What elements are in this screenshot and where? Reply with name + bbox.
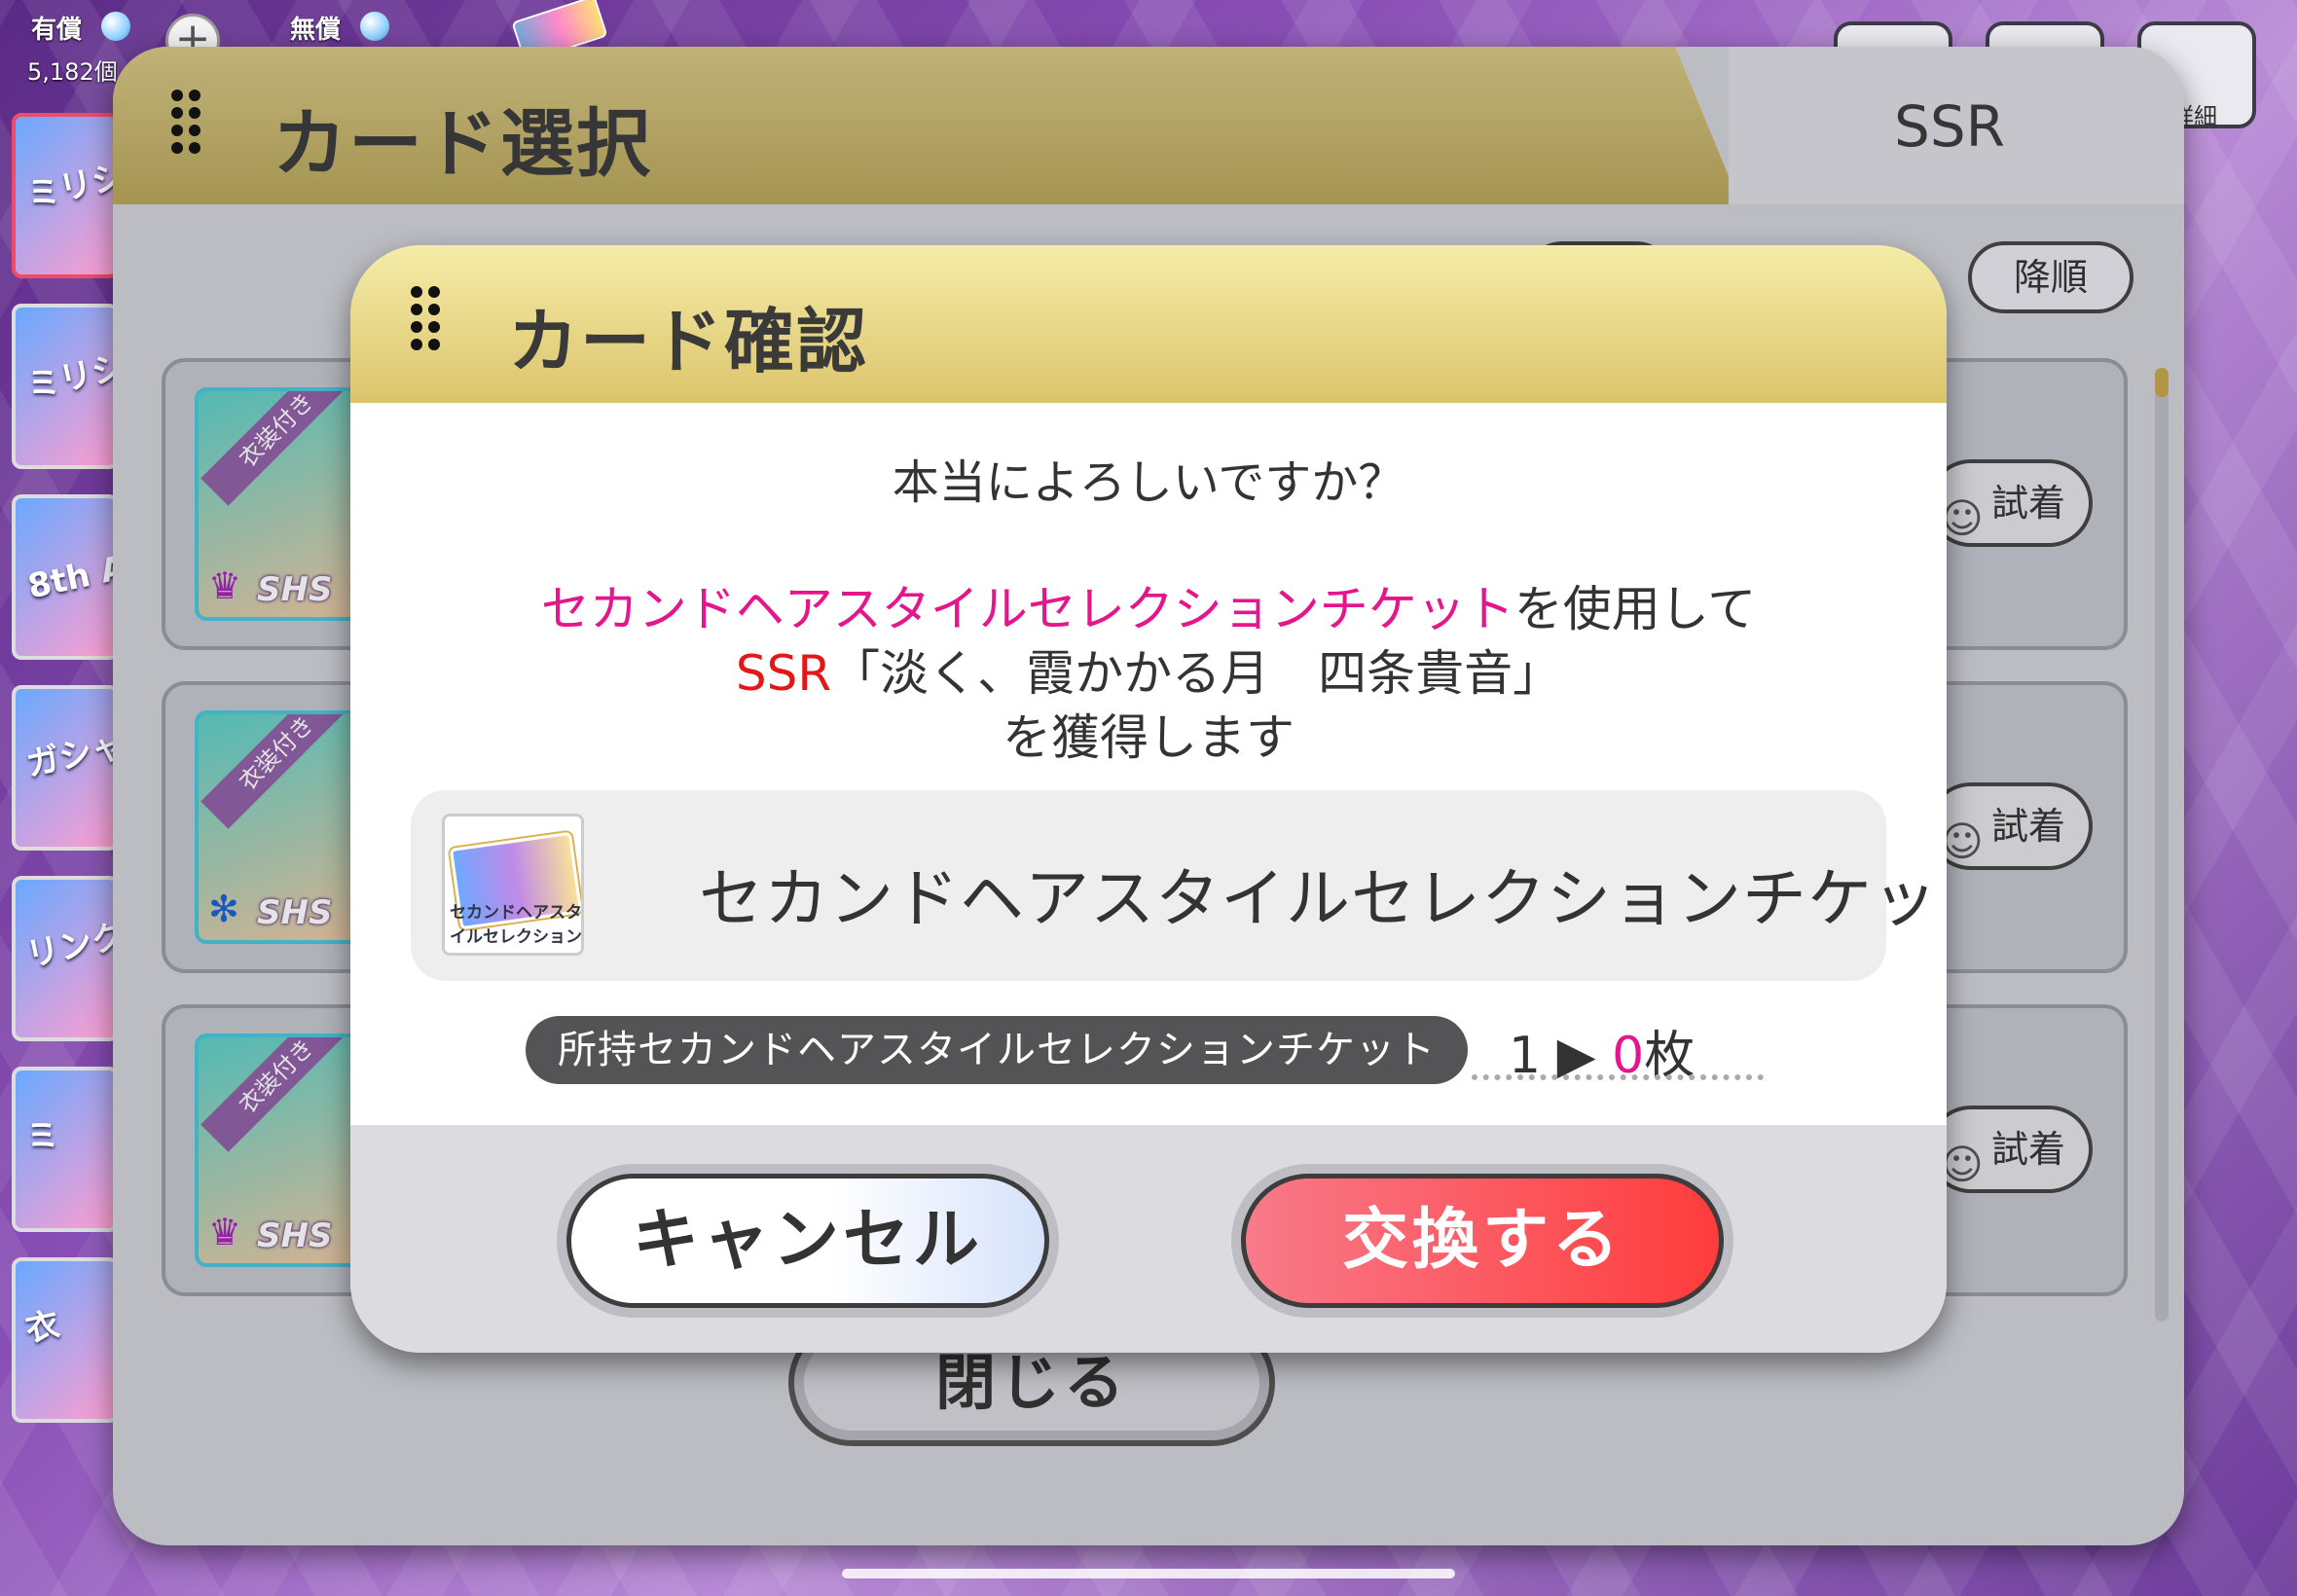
left-banner[interactable]: ガシャ <box>12 685 128 851</box>
left-banner[interactable]: ミ <box>12 1067 119 1232</box>
dialog-title: カード確認 <box>508 301 869 382</box>
paid-currency-label: 有償 <box>31 16 83 45</box>
message-line-3: を獲得します <box>1003 709 1294 766</box>
paid-gem-icon <box>101 12 130 41</box>
left-banner[interactable]: 8th Anniversary <box>12 494 324 660</box>
cancel-button[interactable]: キャンセル <box>566 1174 1049 1308</box>
card-name: 「淡く、霞かかる月 四条貴音」 <box>831 645 1562 702</box>
use-suffix: を使用して <box>1513 581 1757 637</box>
left-banner-text: 衣 <box>21 1304 63 1351</box>
exchange-button[interactable]: 交換する <box>1241 1174 1724 1308</box>
dotted-underline <box>1472 1074 1764 1080</box>
message-line-2: SSR「淡く、霞かかる月 四条貴音」 <box>350 635 1947 705</box>
left-banner[interactable]: ミリシタ <box>12 304 161 469</box>
owned-label: 所持セカンドヘアスタイルセレクションチケット <box>526 1016 1468 1084</box>
left-banner[interactable]: リンク <box>12 876 128 1041</box>
message-line-1: セカンドヘアスタイルセレクションチケットを使用して <box>350 570 1947 640</box>
left-banner[interactable]: 衣 <box>12 1257 119 1423</box>
left-banner-text: ミ <box>21 1113 63 1160</box>
paid-currency-value: 5,182個 <box>27 58 118 86</box>
item-box: セカンドヘアスタイルセレクション セカンドヘアスタイルセレクションチケット <box>411 790 1947 981</box>
left-banner-list: ミリシタ ミリシタ 8th Anniversary ガシャ リンク ミ 衣 <box>0 107 324 1489</box>
free-currency-label: 無償 <box>290 16 342 45</box>
left-banner[interactable]: ミリシタ <box>12 113 161 278</box>
ticket-item-icon: セカンドヘアスタイルセレクション <box>442 814 584 956</box>
grip-icon <box>411 286 440 350</box>
ticket-icon-label: セカンドヘアスタイルセレクション <box>450 903 582 947</box>
item-name: セカンドヘアスタイルセレクションチケット <box>699 861 1947 936</box>
ticket-name-highlight: セカンドヘアスタイルセレクションチケット <box>540 581 1514 637</box>
card-confirm-dialog: カード確認 本当によろしいですか？ セカンドヘアスタイルセレクションチケットを使… <box>350 245 1947 1353</box>
home-indicator[interactable] <box>842 1569 1455 1578</box>
free-gem-icon <box>360 12 389 41</box>
rarity-highlight: SSR <box>735 645 832 702</box>
confirm-question: 本当によろしいですか？ <box>892 455 1405 510</box>
